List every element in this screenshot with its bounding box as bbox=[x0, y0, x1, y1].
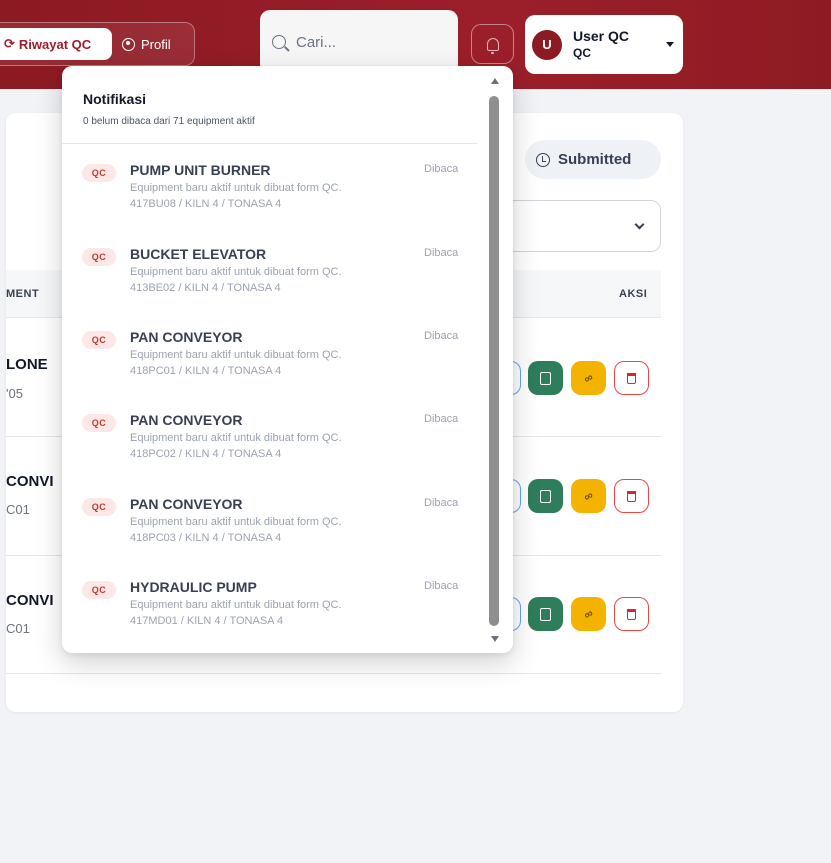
notification-item-desc: Equipment baru aktif untuk dibuat form Q… bbox=[130, 182, 342, 194]
notification-subtitle: 0 belum dibaca dari 71 equipment aktif bbox=[83, 116, 255, 127]
row-divider bbox=[6, 673, 661, 674]
pdf-button[interactable] bbox=[528, 361, 563, 395]
qc-badge: QC bbox=[82, 498, 116, 516]
notification-item[interactable]: QC PAN CONVEYOR Equipment baru aktif unt… bbox=[62, 408, 478, 492]
notification-item[interactable]: QC HYDRAULIC PUMP Equipment baru aktif u… bbox=[62, 575, 478, 653]
notification-item-desc: Equipment baru aktif untuk dibuat form Q… bbox=[130, 599, 342, 611]
search-placeholder: Cari... bbox=[296, 33, 337, 51]
user-menu[interactable]: U User QC QC bbox=[525, 15, 683, 74]
pdf-button[interactable] bbox=[528, 597, 563, 631]
column-header-aksi: AKSI bbox=[619, 288, 648, 300]
notification-item-meta: 418PC02 / KILN 4 / TONASA 4 bbox=[130, 448, 282, 460]
link-button[interactable]: ∞ bbox=[571, 597, 606, 631]
row-equipment-name: LONE bbox=[6, 356, 48, 373]
notification-scrollbar[interactable] bbox=[488, 74, 502, 646]
status-filter-chip[interactable]: Submitted bbox=[525, 140, 661, 179]
notification-item-meta: 417BU08 / KILN 4 / TONASA 4 bbox=[130, 198, 282, 210]
user-circle-icon bbox=[122, 37, 135, 51]
user-role: QC bbox=[573, 45, 591, 60]
user-name: User QC bbox=[573, 28, 630, 45]
avatar: U bbox=[532, 29, 562, 60]
notification-item[interactable]: QC PAN CONVEYOR Equipment baru aktif unt… bbox=[62, 325, 478, 409]
notification-header: Notifikasi 0 belum dibaca dari 71 equipm… bbox=[62, 66, 478, 144]
delete-button[interactable] bbox=[614, 361, 649, 395]
chevron-down-icon bbox=[634, 219, 645, 230]
status-chip-label: Submitted bbox=[558, 151, 632, 168]
notification-item-desc: Equipment baru aktif untuk dibuat form Q… bbox=[130, 349, 342, 361]
trash-icon bbox=[627, 608, 636, 620]
search-icon bbox=[272, 35, 286, 49]
nav-riwayat-qc[interactable]: ⟳ Riwayat QC bbox=[0, 28, 112, 60]
notification-item-status: Dibaca bbox=[424, 330, 459, 342]
trash-icon bbox=[627, 372, 636, 384]
notification-item-status: Dibaca bbox=[424, 163, 459, 175]
notification-item-title: PAN CONVEYOR bbox=[130, 496, 243, 512]
nav-riwayat-label: Riwayat QC bbox=[18, 36, 92, 52]
nav-profil-label: Profil bbox=[141, 36, 171, 52]
notification-item-meta: 418PC03 / KILN 4 / TONASA 4 bbox=[130, 532, 282, 544]
notification-dropdown: Notifikasi 0 belum dibaca dari 71 equipm… bbox=[62, 66, 513, 653]
delete-button[interactable] bbox=[614, 479, 649, 513]
qc-badge: QC bbox=[82, 414, 116, 432]
row-equipment-code: '05 bbox=[6, 386, 23, 401]
notification-item-title: PAN CONVEYOR bbox=[130, 329, 243, 345]
notification-item-status: Dibaca bbox=[424, 497, 459, 509]
trash-icon bbox=[627, 490, 636, 502]
row-equipment-code: C01 bbox=[6, 621, 30, 636]
nav-profil[interactable]: Profil bbox=[122, 28, 192, 60]
search-input[interactable]: Cari... bbox=[260, 10, 458, 74]
notification-item[interactable]: QC PAN CONVEYOR Equipment baru aktif unt… bbox=[62, 492, 478, 576]
column-header-equipment: MENT bbox=[6, 288, 40, 300]
notification-item-desc: Equipment baru aktif untuk dibuat form Q… bbox=[130, 266, 342, 278]
bell-icon bbox=[486, 37, 499, 54]
link-icon: ∞ bbox=[581, 369, 596, 387]
history-icon: ⟳ bbox=[4, 36, 15, 51]
notification-item-title: BUCKET ELEVATOR bbox=[130, 246, 267, 262]
qc-badge: QC bbox=[82, 164, 116, 182]
notification-item[interactable]: QC BUCKET ELEVATOR Equipment baru aktif … bbox=[62, 242, 478, 326]
row-equipment-code: C01 bbox=[6, 502, 30, 517]
notification-item-meta: 418PC01 / KILN 4 / TONASA 4 bbox=[130, 365, 282, 377]
pdf-button[interactable] bbox=[528, 479, 563, 513]
scroll-up-icon[interactable] bbox=[491, 78, 499, 84]
notification-item-title: PUMP UNIT BURNER bbox=[130, 162, 271, 178]
notification-item-desc: Equipment baru aktif untuk dibuat form Q… bbox=[130, 432, 342, 444]
notification-item-status: Dibaca bbox=[424, 413, 459, 425]
pdf-icon bbox=[540, 489, 551, 503]
clock-icon bbox=[536, 152, 550, 167]
link-button[interactable]: ∞ bbox=[571, 479, 606, 513]
filter-select[interactable] bbox=[490, 200, 661, 252]
row-equipment-name: CONVI bbox=[6, 592, 54, 609]
delete-button[interactable] bbox=[614, 597, 649, 631]
pdf-icon bbox=[540, 371, 551, 385]
scroll-down-icon[interactable] bbox=[491, 636, 499, 642]
link-icon: ∞ bbox=[581, 605, 596, 623]
notification-item[interactable]: QC PUMP UNIT BURNER Equipment baru aktif… bbox=[62, 158, 478, 242]
row-equipment-name: CONVI bbox=[6, 473, 54, 490]
notification-item-title: PAN CONVEYOR bbox=[130, 412, 243, 428]
qc-badge: QC bbox=[82, 331, 116, 349]
link-button[interactable]: ∞ bbox=[571, 361, 606, 395]
notification-title: Notifikasi bbox=[83, 91, 147, 107]
chevron-down-icon bbox=[666, 42, 674, 47]
scrollbar-thumb[interactable] bbox=[489, 96, 499, 626]
qc-badge: QC bbox=[82, 581, 116, 599]
notification-item-desc: Equipment baru aktif untuk dibuat form Q… bbox=[130, 516, 342, 528]
qc-badge: QC bbox=[82, 248, 116, 266]
notification-item-status: Dibaca bbox=[424, 247, 459, 259]
notification-item-meta: 413BE02 / KILN 4 / TONASA 4 bbox=[130, 282, 281, 294]
link-icon: ∞ bbox=[581, 487, 596, 505]
pdf-icon bbox=[540, 607, 551, 621]
notification-button[interactable] bbox=[471, 24, 514, 64]
notification-item-title: HYDRAULIC PUMP bbox=[130, 579, 257, 595]
notification-item-meta: 417MD01 / KILN 4 / TONASA 4 bbox=[130, 615, 284, 627]
notification-item-status: Dibaca bbox=[424, 580, 459, 592]
